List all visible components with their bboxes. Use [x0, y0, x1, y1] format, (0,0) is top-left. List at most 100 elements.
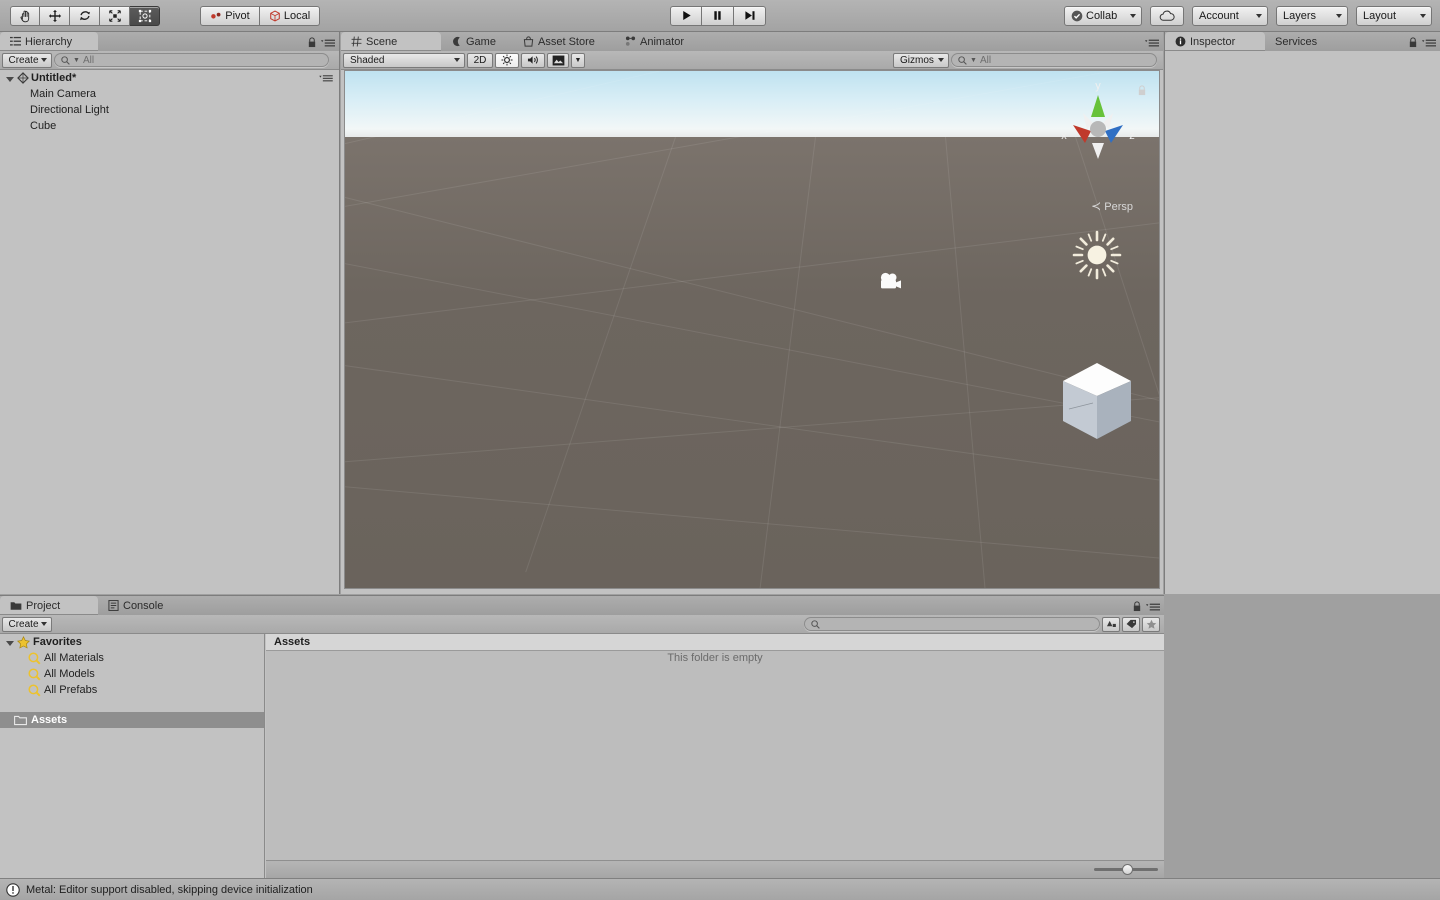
chevron-down-icon — [454, 58, 460, 62]
inspector-tabbar: Inspector Services — [1165, 32, 1440, 51]
filter-by-type-button[interactable] — [1102, 616, 1120, 632]
layout-label: Layout — [1363, 9, 1397, 22]
search-icon — [28, 667, 41, 681]
tab-hierarchy-label: Hierarchy — [25, 35, 73, 48]
cube-object[interactable] — [1055, 359, 1139, 443]
tab-project[interactable]: Project — [0, 596, 98, 615]
gizmos-dropdown[interactable]: Gizmos — [893, 52, 949, 68]
effects-dropdown-button[interactable]: ▼ — [571, 52, 585, 68]
audio-toggle-button[interactable] — [521, 52, 545, 68]
inspector-body — [1167, 53, 1438, 592]
grid-icon — [351, 36, 362, 47]
favorites-row[interactable]: Favorites — [0, 634, 264, 650]
project-subbar: Create — [0, 615, 1164, 634]
tab-game[interactable]: Game — [441, 32, 513, 51]
expand-triangle-icon[interactable] — [6, 640, 14, 646]
move-tool-button[interactable] — [40, 5, 70, 26]
collab-button[interactable]: Collab — [1064, 5, 1142, 26]
hierarchy-search-input[interactable]: ▼ All — [54, 53, 329, 67]
hierarchy-item-main-camera[interactable]: Main Camera — [0, 86, 339, 102]
layout-button[interactable]: Layout — [1356, 5, 1432, 26]
panel-menu-icon[interactable] — [1422, 38, 1436, 48]
ground-plane — [345, 71, 1159, 588]
rect-transform-icon — [138, 9, 152, 23]
panel-menu-icon[interactable] — [1145, 38, 1159, 48]
effects-toggle-button[interactable] — [547, 52, 569, 68]
cloud-button[interactable] — [1150, 5, 1184, 26]
pivot-toggle-button[interactable]: Pivot — [200, 5, 260, 26]
local-label: Local — [283, 9, 311, 22]
main-camera-gizmo[interactable] — [878, 271, 904, 293]
hierarchy-item-label: Cube — [30, 120, 57, 132]
scene-axis-gizmo[interactable]: y x z — [1053, 77, 1143, 177]
step-button[interactable] — [734, 5, 766, 26]
panel-menu-icon[interactable] — [321, 38, 335, 48]
pause-button[interactable] — [702, 5, 734, 26]
tab-inspector[interactable]: Inspector — [1165, 32, 1265, 51]
scene-viewport[interactable]: y x z ≺ Persp — [344, 70, 1160, 589]
tab-console[interactable]: Console — [98, 596, 184, 615]
gizmo-search-input[interactable]: ▼ All — [951, 53, 1157, 67]
favorites-label: Favorites — [33, 636, 82, 648]
lighting-toggle-button[interactable] — [495, 52, 519, 68]
hierarchy-item-cube[interactable]: Cube — [0, 118, 339, 134]
audio-icon — [527, 54, 540, 66]
tab-project-label: Project — [26, 599, 61, 612]
pivot-label: Pivot — [225, 9, 250, 22]
scene-icon — [17, 72, 29, 84]
inspector-tab-tools — [1408, 37, 1436, 48]
assets-breadcrumb[interactable]: Assets — [266, 634, 1164, 651]
favorites-item-all-prefabs[interactable]: All Prefabs — [0, 682, 264, 698]
layers-button[interactable]: Layers — [1276, 5, 1348, 26]
lock-icon[interactable] — [1408, 37, 1418, 48]
icon-size-slider[interactable] — [1094, 863, 1158, 877]
hierarchy-create-label: Create — [8, 54, 39, 66]
scale-tool-button[interactable] — [100, 5, 130, 26]
account-label: Account — [1199, 9, 1239, 22]
tab-animator[interactable]: Animator — [615, 32, 699, 51]
scene-lock-icon[interactable] — [1137, 85, 1147, 96]
lock-icon[interactable] — [307, 37, 317, 48]
project-create-button[interactable]: Create — [2, 616, 52, 632]
filter-favorites-button[interactable] — [1142, 616, 1160, 632]
projection-label-row[interactable]: ≺ Persp — [1091, 199, 1133, 213]
rotate-icon — [78, 9, 92, 23]
hierarchy-tab-tools — [307, 37, 335, 48]
rect-transform-tool-button[interactable] — [130, 5, 160, 26]
account-button[interactable]: Account — [1192, 5, 1268, 26]
search-icon — [958, 55, 967, 65]
tab-scene[interactable]: Scene — [341, 32, 441, 51]
hierarchy-scene-row[interactable]: Untitled* — [0, 70, 339, 86]
tab-asset-store[interactable]: Asset Store — [513, 32, 615, 51]
hierarchy-item-directional-light[interactable]: Directional Light — [0, 102, 339, 118]
projection-label: Persp — [1104, 201, 1133, 213]
scene-menu-icon[interactable] — [319, 74, 333, 83]
project-folder-assets[interactable]: Assets — [0, 712, 264, 728]
project-search-input[interactable] — [804, 617, 1100, 631]
playback-controls-group — [670, 5, 766, 26]
favorites-item-all-materials[interactable]: All Materials — [0, 650, 264, 666]
draw-mode-dropdown[interactable]: Shaded — [343, 52, 465, 68]
favorites-item-all-models[interactable]: All Models — [0, 666, 264, 682]
filter-by-label-button[interactable] — [1122, 616, 1140, 632]
slider-knob[interactable] — [1122, 864, 1133, 875]
rotate-tool-button[interactable] — [70, 5, 100, 26]
status-bar[interactable]: Metal: Editor support disabled, skipping… — [0, 878, 1440, 900]
scene-tab-tools — [1145, 38, 1159, 48]
local-toggle-button[interactable]: Local — [260, 5, 320, 26]
hand-tool-button[interactable] — [10, 5, 40, 26]
tab-services[interactable]: Services — [1265, 32, 1337, 51]
directional-light-gizmo[interactable] — [1071, 229, 1123, 281]
2d-toggle-button[interactable]: 2D — [467, 52, 493, 68]
panel-menu-icon[interactable] — [1146, 602, 1160, 612]
collab-label: Collab — [1086, 9, 1118, 22]
play-button[interactable] — [670, 5, 702, 26]
skybox-gradient — [345, 71, 1159, 137]
lock-icon[interactable] — [1132, 601, 1142, 612]
expand-triangle-icon[interactable] — [6, 76, 14, 82]
store-icon — [523, 36, 534, 47]
hierarchy-create-button[interactable]: Create — [2, 52, 52, 68]
gizmos-label: Gizmos — [900, 54, 934, 66]
hierarchy-item-label: Directional Light — [30, 104, 109, 116]
tab-hierarchy[interactable]: Hierarchy — [0, 32, 98, 51]
